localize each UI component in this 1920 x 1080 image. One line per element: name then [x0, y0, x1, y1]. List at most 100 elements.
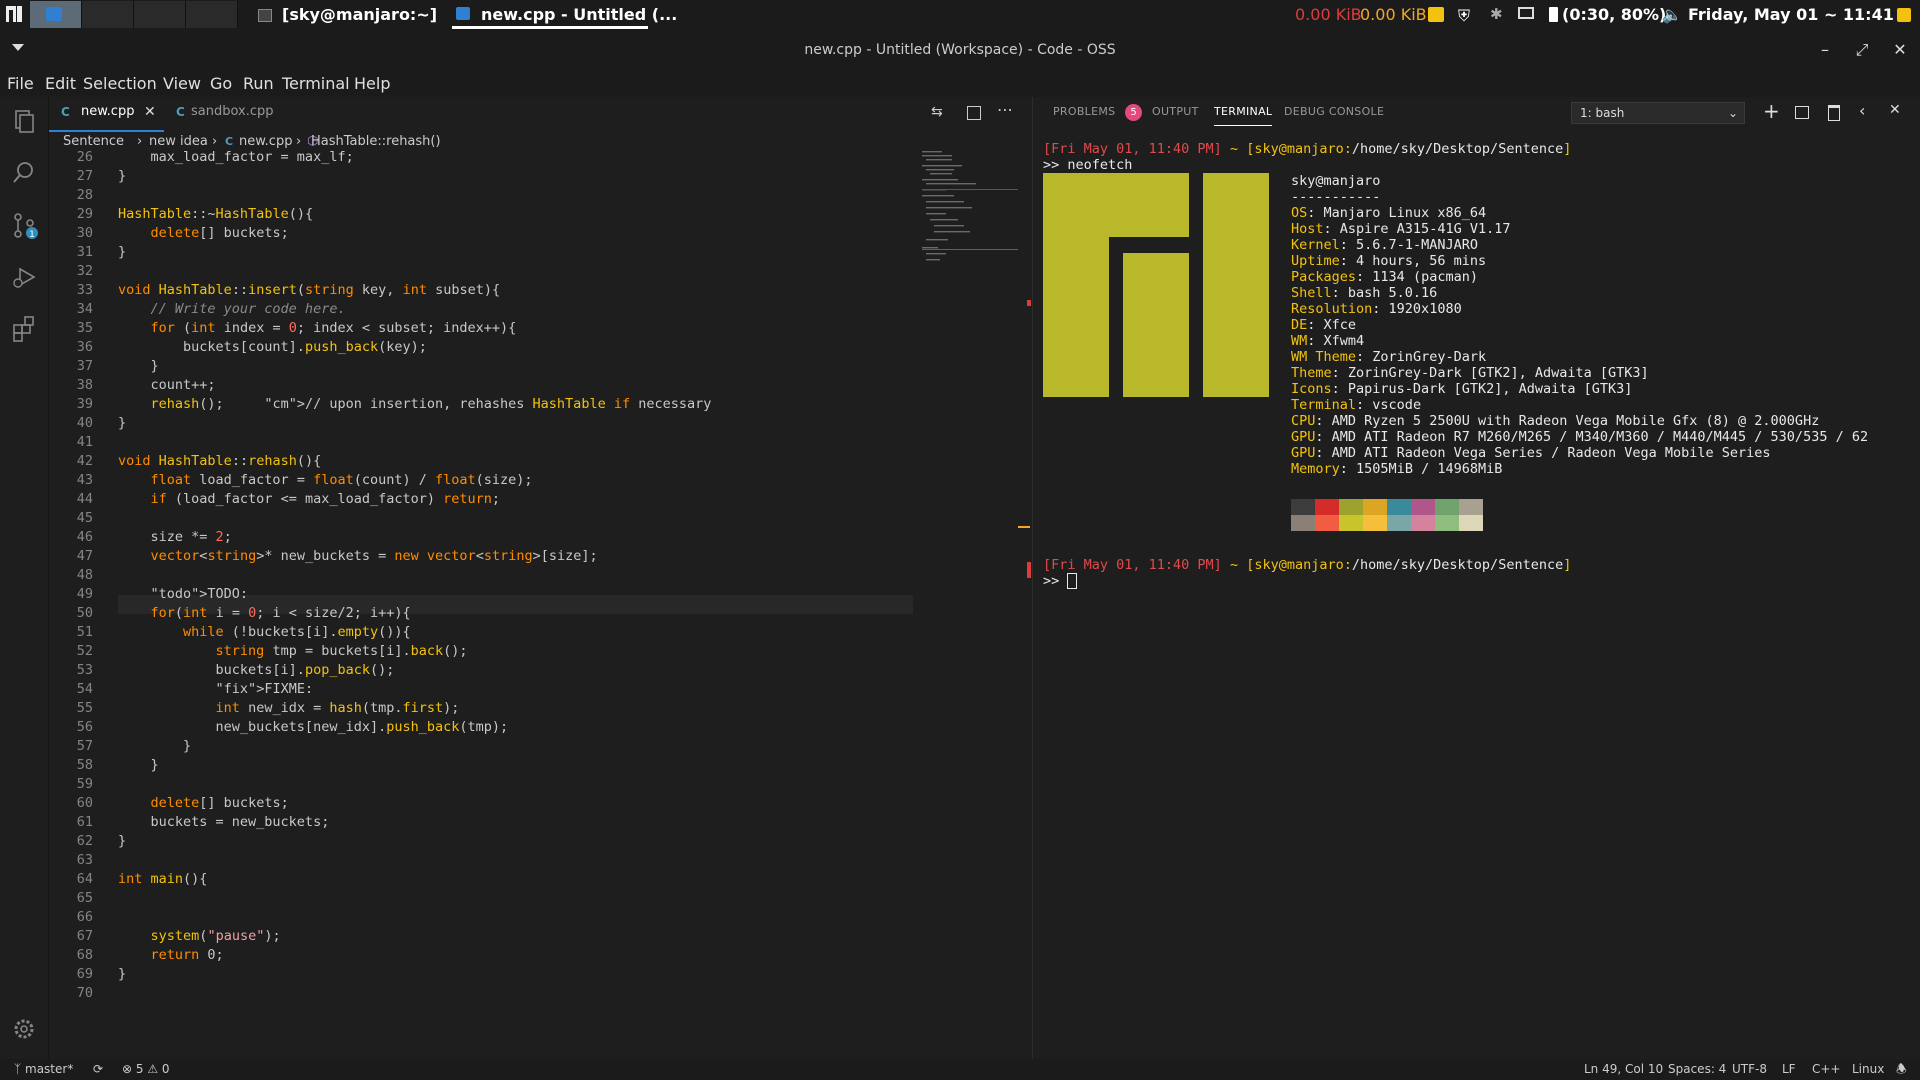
input-line[interactable]: >> — [1043, 573, 1078, 589]
search-icon[interactable] — [8, 157, 40, 189]
line-number: 28 — [76, 187, 93, 203]
neofetch-info-line: Uptime: 4 hours, 56 mins — [1291, 253, 1487, 269]
cursor-position[interactable]: Ln 49, Col 10 — [1584, 1059, 1663, 1080]
palette-swatch — [1315, 515, 1339, 531]
menu-terminal[interactable]: Terminal — [282, 70, 350, 97]
shield-icon[interactable]: ⛨ — [1458, 6, 1470, 26]
code-line: } — [118, 168, 127, 184]
tab-terminal[interactable]: TERMINAL — [1214, 97, 1273, 126]
extensions-icon[interactable] — [8, 313, 40, 345]
line-number: 50 — [76, 605, 93, 621]
settings-gear-icon[interactable] — [8, 1013, 40, 1045]
workspace-4[interactable] — [186, 1, 238, 28]
branch-status[interactable]: ᛉ master* — [14, 1059, 73, 1080]
maximize-button[interactable]: ⤢ — [1850, 38, 1874, 62]
neofetch-info-line: GPU: AMD ATI Radeon Vega Series / Radeon… — [1291, 445, 1771, 461]
volume-icon[interactable]: 🔈 — [1662, 5, 1682, 24]
code-line: int main(){ — [118, 871, 208, 887]
workspace-3[interactable] — [134, 1, 186, 28]
chevron-left-icon[interactable]: ‹ — [1859, 101, 1865, 120]
code-line: buckets = new_buckets; — [118, 814, 330, 830]
palette-swatch — [1435, 499, 1459, 515]
code-task-icon — [456, 7, 470, 20]
clock[interactable]: Friday, May 01 ~ 11:41 pm — [1688, 0, 1920, 54]
tab-output[interactable]: OUTPUT — [1152, 97, 1199, 127]
taskbar-active-underline — [452, 26, 648, 29]
notification-icon[interactable] — [1897, 8, 1911, 22]
notes-icon[interactable] — [1428, 7, 1444, 22]
code-line: string tmp = buckets[i].back(); — [215, 643, 468, 659]
scrollbar-error-mark — [1027, 300, 1031, 306]
neofetch-info-line: Resolution: 1920x1080 — [1291, 301, 1462, 317]
tab-new-cpp[interactable]: C new.cpp ✕ — [49, 97, 164, 132]
svg-text:1: 1 — [29, 230, 35, 240]
tab-problems[interactable]: PROBLEMS 5 — [1053, 97, 1143, 127]
neofetch-info-line: OS: Manjaro Linux x86_64 — [1291, 205, 1487, 221]
bluetooth-icon[interactable]: ✱ — [1490, 5, 1503, 23]
trash-icon[interactable] — [1828, 105, 1840, 121]
explorer-icon[interactable] — [8, 105, 40, 137]
encoding[interactable]: UTF-8 — [1732, 1059, 1767, 1080]
palette-swatch — [1363, 515, 1387, 531]
menu-run[interactable]: Run — [243, 70, 274, 97]
sync-icon[interactable]: ⟳ — [93, 1059, 103, 1080]
neofetch-info-line: Host: Aspire A315-41G V1.17 — [1291, 221, 1511, 237]
more-actions-icon[interactable]: ⋯ — [997, 100, 1013, 119]
workspace-1[interactable] — [30, 1, 82, 28]
line-number: 42 — [76, 453, 93, 469]
line-number: 39 — [76, 396, 93, 412]
palette-swatch — [1291, 499, 1315, 515]
split-editor-icon[interactable] — [967, 106, 981, 120]
indentation[interactable]: Spaces: 4 — [1668, 1059, 1726, 1080]
terminal-cursor — [1067, 573, 1078, 589]
code-line: float load_factor = float(count) / float… — [150, 472, 533, 488]
workspace-2[interactable] — [82, 1, 134, 28]
net-up: 0.00 KiB — [1360, 5, 1427, 24]
run-debug-icon[interactable] — [8, 261, 40, 293]
source-control-icon[interactable]: 1 — [8, 209, 40, 241]
terminal-task-icon — [258, 9, 272, 22]
shell-select[interactable]: 1: bash ⌄ — [1571, 102, 1745, 124]
cpp-file-icon: C — [61, 105, 70, 119]
new-terminal-icon[interactable]: + — [1763, 99, 1780, 123]
menu-bar: File Edit Selection View Go Run Terminal… — [0, 70, 1920, 97]
code-line: rehash(); "cm">// upon insertion, rehash… — [150, 396, 712, 412]
code-line: // Write your code here. — [118, 301, 346, 317]
command-line: >> neofetch — [1043, 157, 1133, 173]
close-button[interactable]: ✕ — [1888, 38, 1912, 62]
open-changes-icon[interactable]: ⇆ — [931, 104, 947, 120]
neofetch-info-line: Icons: Papirus-Dark [GTK2], Adwaita [GTK… — [1291, 381, 1633, 397]
eol[interactable]: LF — [1782, 1059, 1796, 1080]
menu-icon[interactable] — [6, 6, 22, 22]
line-number: 48 — [76, 567, 93, 583]
language-mode[interactable]: C++ — [1812, 1059, 1841, 1080]
os-indicator[interactable]: Linux — [1852, 1059, 1884, 1080]
menu-help[interactable]: Help — [354, 70, 390, 97]
split-terminal-icon[interactable] — [1795, 106, 1809, 119]
problems-status[interactable]: ⊗ 5 ⚠ 0 — [122, 1059, 170, 1080]
menu-edit[interactable]: Edit — [45, 70, 76, 97]
code-editor[interactable]: 26 max_load_factor = max_lf; 27} 28 29 HashT… — [49, 149, 919, 1059]
minimap[interactable] — [920, 149, 1020, 299]
minimize-button[interactable]: – — [1813, 38, 1837, 62]
line-number: 57 — [76, 738, 93, 754]
tab-sandbox-cpp[interactable]: C sandbox.cpp — [164, 97, 294, 132]
taskbar-terminal[interactable]: [sky@manjaro:~] — [282, 0, 437, 30]
menu-view[interactable]: View — [163, 70, 201, 97]
code-line: int new_idx = hash(tmp.first); — [215, 700, 460, 716]
line-number: 29 — [76, 206, 93, 222]
bell-icon[interactable]: 🕭 — [1896, 1059, 1907, 1080]
menu-file[interactable]: File — [7, 70, 34, 97]
line-number: 33 — [76, 282, 93, 298]
tab-debug-console[interactable]: DEBUG CONSOLE — [1284, 97, 1384, 127]
tab-close-icon[interactable]: ✕ — [144, 97, 156, 127]
battery-icon[interactable] — [1549, 7, 1558, 22]
line-number: 44 — [76, 491, 93, 507]
color-palette — [1291, 499, 1483, 531]
neofetch-info-line: Packages: 1134 (pacman) — [1291, 269, 1478, 285]
menu-selection[interactable]: Selection — [83, 70, 157, 97]
display-icon[interactable] — [1518, 7, 1534, 19]
close-panel-icon[interactable]: ✕ — [1889, 102, 1901, 118]
line-number: 26 — [76, 149, 93, 165]
menu-go[interactable]: Go — [210, 70, 232, 97]
